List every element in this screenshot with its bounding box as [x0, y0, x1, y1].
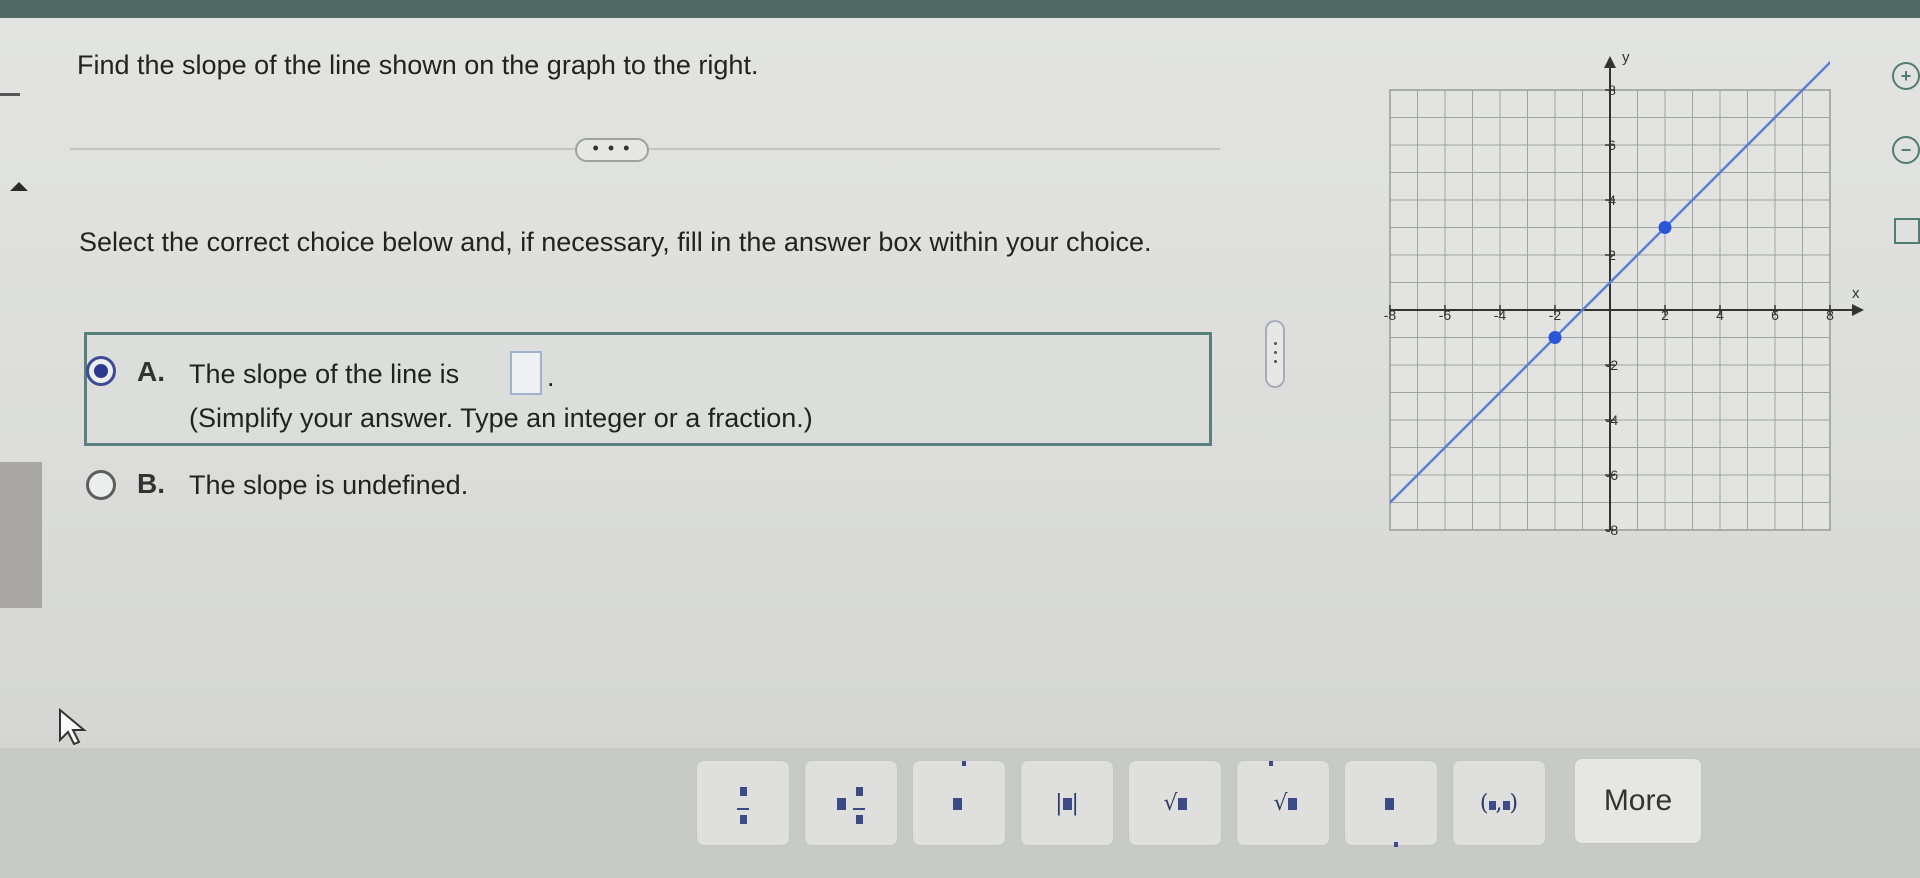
instruction-text: Select the correct choice below and, if … — [79, 227, 1152, 257]
nth-root-button[interactable]: √ — [1236, 760, 1330, 846]
mouse-cursor-icon — [59, 708, 87, 746]
choice-b-text: The slope is undefined. — [189, 470, 469, 500]
x-tick-label: -8 — [1384, 307, 1397, 323]
answer-period: . — [547, 362, 555, 392]
absolute-value-button[interactable]: | | — [1020, 760, 1114, 846]
popout-icon[interactable] — [1894, 218, 1920, 244]
fraction-button[interactable] — [696, 760, 790, 846]
y-tick-label: -6 — [1606, 467, 1619, 483]
left-edge-marker — [0, 93, 20, 96]
scrollbar-thumb[interactable] — [0, 462, 42, 608]
x-tick-label: 6 — [1771, 307, 1779, 323]
choice-a-hint: (Simplify your answer. Type an integer o… — [189, 403, 813, 433]
x-axis-label: x — [1852, 285, 1860, 302]
mixed-number-button[interactable] — [804, 760, 898, 846]
choice-a-letter: A. — [137, 356, 165, 387]
y-axis-arrow-icon — [1604, 56, 1616, 68]
graph: x y -8 -6 -4 -2 2 4 6 8 8 6 4 2 -2 -4 -6 -8 — [1370, 49, 1890, 570]
y-tick-label: 2 — [1608, 247, 1616, 263]
choice-a-radio[interactable] — [86, 356, 116, 386]
expand-ellipsis-button[interactable]: • • • — [575, 138, 649, 162]
graph-point — [1548, 331, 1562, 344]
x-tick-label: -6 — [1439, 307, 1452, 323]
choice-b-radio[interactable] — [86, 470, 116, 500]
y-tick-label: -2 — [1606, 357, 1619, 373]
x-tick-label: 8 — [1826, 307, 1834, 323]
answer-input[interactable] — [510, 351, 542, 395]
top-bar — [0, 0, 1920, 18]
panel-splitter-handle[interactable] — [1265, 320, 1285, 388]
graph-point — [1658, 221, 1672, 234]
y-tick-label: 6 — [1608, 137, 1616, 153]
y-tick-label: 8 — [1608, 82, 1616, 98]
x-tick-label: -4 — [1494, 307, 1507, 323]
y-tick-label: 4 — [1608, 192, 1616, 208]
y-tick-label: -4 — [1606, 412, 1619, 428]
subscript-button[interactable] — [1344, 760, 1438, 847]
exponent-button[interactable] — [912, 760, 1006, 846]
choice-a-text: The slope of the line is — [189, 359, 460, 389]
zoom-out-icon[interactable]: − — [1892, 136, 1920, 164]
y-tick-label: -8 — [1606, 522, 1619, 538]
choice-b-letter: B. — [137, 468, 165, 499]
scroll-up-arrow-icon[interactable] — [10, 182, 28, 191]
y-axis-label: y — [1622, 50, 1630, 66]
zoom-in-icon[interactable]: + — [1892, 62, 1920, 90]
x-axis-arrow-icon — [1852, 304, 1864, 316]
x-tick-label: 4 — [1716, 307, 1724, 323]
ordered-pair-button[interactable]: (,) — [1452, 760, 1546, 846]
question-text: Find the slope of the line shown on the … — [77, 50, 759, 80]
square-root-button[interactable]: √ — [1128, 760, 1222, 846]
graph-svg: x y -8 -6 -4 -2 2 4 6 8 8 6 4 2 -2 -4 -6 -8 — [1384, 49, 1864, 538]
x-tick-label: 2 — [1661, 307, 1669, 323]
more-button[interactable]: More — [1574, 758, 1702, 844]
x-tick-label: -2 — [1549, 307, 1562, 323]
